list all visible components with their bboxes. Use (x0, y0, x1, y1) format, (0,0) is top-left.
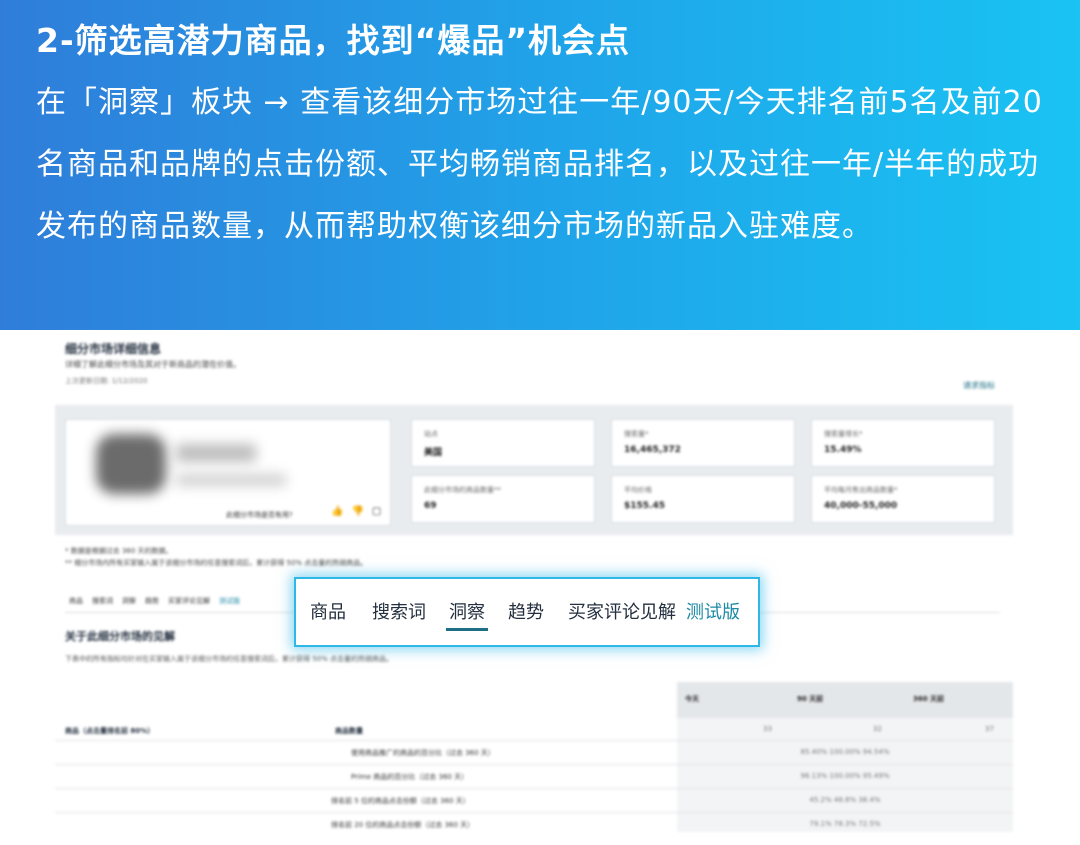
request-metrics-link[interactable]: 请求指标 (963, 380, 995, 391)
feedback-icons: 👍👎▢ (331, 506, 389, 517)
niche-card: 此细分市场是否有用? 👍👎▢ (65, 419, 391, 526)
table-cells: 85.40% 100.00% 94.54% (800, 748, 890, 756)
feedback-question: 此细分市场是否有用? (226, 511, 293, 519)
tab-trends[interactable]: 趋势 (508, 598, 544, 624)
updated-date: 上次更新日期: 1/12/2020 (65, 377, 148, 385)
metric-value: 40,000-55,000 (824, 501, 898, 511)
table-cells: 45.2% 48.8% 38.4% (809, 796, 881, 804)
banner: 2-筛选高潜力商品，找到“爆品”机会点 在「洞察」板块 → 查看该细分市场过往一… (0, 0, 1080, 330)
metric-label: 站点 (424, 430, 438, 438)
comment-icon[interactable]: ▢ (372, 506, 389, 517)
table-header (677, 682, 1013, 718)
row-label: 排名前 5 位的商品点击份额（过去 360 天） (331, 797, 470, 805)
beta-badge: 测试版 (686, 602, 740, 623)
thumbs-down-icon[interactable]: 👎 (351, 506, 371, 517)
metric-card: 搜索量* 16,465,372 (611, 419, 795, 467)
table-row: 排名前 20 位的商品点击份额（过去 360 天） 79.1% 78.3% 72… (55, 812, 1013, 832)
metric-label: 平均每月售出商品数量* (824, 486, 898, 494)
tab-reviews[interactable]: 买家评论见解 (168, 597, 210, 605)
page-description: 详细了解此细分市场及其对于新商品的潜在价值。 (65, 360, 241, 369)
tab-reviews[interactable]: 买家评论见解 (568, 598, 676, 624)
banner-title: 2-筛选高潜力商品，找到“爆品”机会点 (36, 21, 631, 60)
table-row: 使用商品推广的商品的百分比（过去 360 天） 85.40% 100.00% 9… (55, 740, 1013, 765)
table-row: Prime 商品的百分比（过去 360 天） 96.13% 100.00% 95… (55, 764, 1013, 789)
metric-label: 搜索量增长* (824, 430, 863, 438)
beta-badge: 测试版 (219, 597, 240, 605)
row-label: Prime 商品的百分比（过去 360 天） (351, 773, 469, 781)
active-tab-indicator (446, 628, 488, 631)
banner-body: 在「洞察」板块 → 查看该细分市场过往一年/90天/今天排名前5名及前20名商品… (36, 85, 1043, 244)
page-title: 细分市场详细信息 (65, 342, 162, 356)
section-description: 下表中的所有指标均针对在买家输入属于该细分市场的任意搜索词后，累计获得 50% … (65, 655, 394, 663)
thumbs-up-icon[interactable]: 👍 (331, 506, 351, 517)
metric-value: 16,465,372 (624, 445, 681, 455)
column-header: 360 天前 (913, 695, 945, 703)
column-header: 90 天前 (797, 695, 824, 703)
tab-insights[interactable]: 洞察 (449, 598, 485, 624)
table-cells: 79.1% 78.3% 72.5% (809, 820, 881, 828)
metric-card: 此细分市场的商品数量** 69 (411, 475, 595, 523)
table-cell: 37 (985, 725, 994, 733)
metric-label: 搜索量* (624, 430, 649, 438)
row-label: 排名前 20 位的商品点击份额（过去 360 天） (331, 821, 475, 829)
footnote: * 数据是根据过去 360 天的数据。 (65, 547, 173, 555)
tab-products[interactable]: 商品 (310, 598, 346, 624)
section-title: 关于此细分市场的见解 (65, 630, 175, 643)
metric-value: $155.45 (624, 501, 665, 511)
product-name-placeholder (176, 444, 256, 462)
tab-bar-small: 商品 搜索词 洞察 趋势 买家评论见解 测试版 (69, 596, 249, 606)
product-sub-placeholder (176, 474, 286, 486)
tab-insights[interactable]: 洞察 (122, 597, 136, 605)
tab-products[interactable]: 商品 (69, 597, 83, 605)
metric-value: 69 (424, 501, 437, 511)
metric-label: 平均价格 (624, 486, 652, 494)
metric-label: 此细分市场的商品数量** (424, 486, 501, 494)
table-row: 33 32 37 (55, 718, 1013, 742)
table-cell: 33 (763, 725, 772, 733)
product-image (96, 434, 166, 494)
summary-panel: 此细分市场是否有用? 👍👎▢ 站点 美国 搜索量* 16,465,372 搜索量… (55, 405, 1013, 535)
table-row: 排名前 5 位的商品点击份额（过去 360 天） 45.2% 48.8% 38.… (55, 788, 1013, 813)
metric-card: 搜索量增长* 15.49% (811, 419, 995, 467)
column-header: 今天 (685, 695, 699, 703)
metric-card: 站点 美国 (411, 419, 595, 467)
table-cell: 32 (873, 725, 882, 733)
metric-value: 15.49% (824, 445, 862, 455)
tab-search-terms[interactable]: 搜索词 (372, 598, 426, 624)
metric-card: 平均价格 $155.45 (611, 475, 795, 523)
tab-search-terms[interactable]: 搜索词 (92, 597, 113, 605)
tab-trends[interactable]: 趋势 (145, 597, 159, 605)
row-label: 使用商品推广的商品的百分比（过去 360 天） (351, 749, 495, 757)
tab-bar-zoom-callout: 商品 搜索词 洞察 趋势 买家评论见解 测试版 (294, 577, 760, 647)
metric-card: 平均每月售出商品数量* 40,000-55,000 (811, 475, 995, 523)
footnote: ** 细分市场内所有买家输入属于该细分市场的任意搜索词后，累计获得 50% 点击… (65, 559, 368, 567)
table-cells: 96.13% 100.00% 95.49% (800, 772, 890, 780)
metric-value: 美国 (424, 448, 443, 458)
